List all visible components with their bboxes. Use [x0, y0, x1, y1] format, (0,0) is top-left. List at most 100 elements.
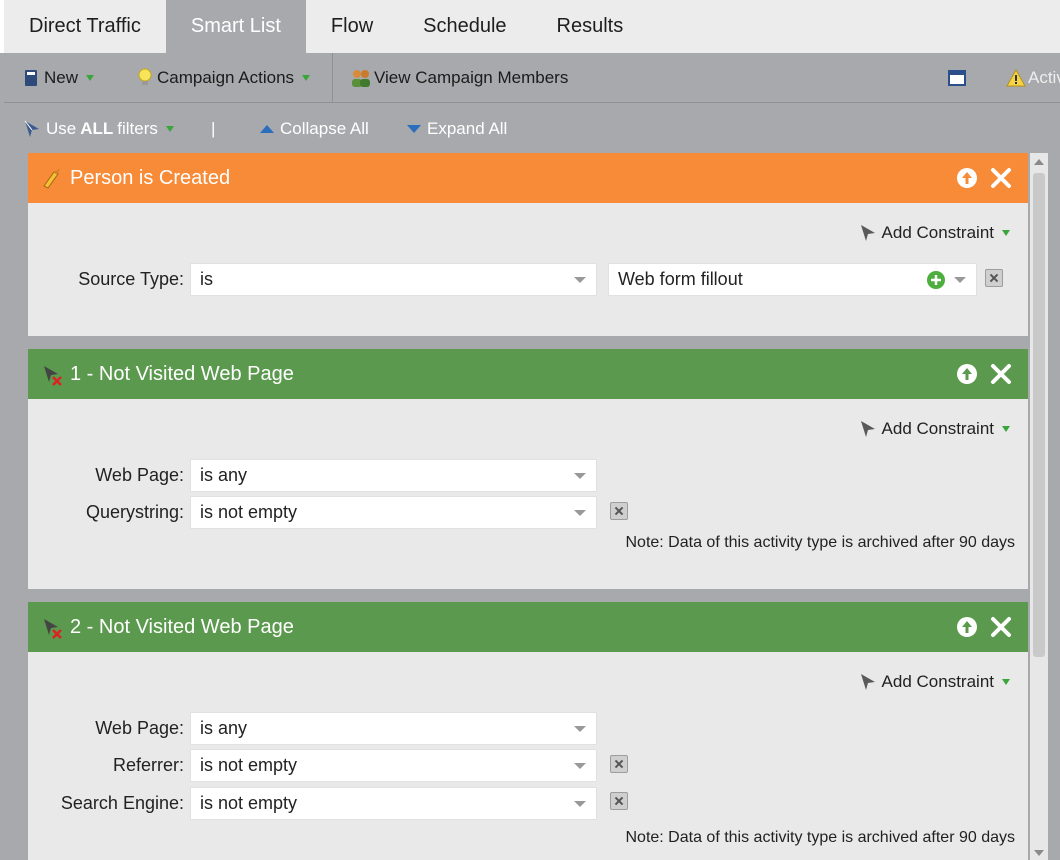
filter-title: 2 - Not Visited Web Page: [70, 615, 294, 638]
dropdown-arrow-icon: [574, 510, 586, 516]
tab-smart-list[interactable]: Smart List: [165, 0, 306, 53]
not-visited-icon: [44, 366, 62, 386]
constraint-label: Search Engine:: [60, 793, 184, 813]
collapse-icon: [260, 125, 274, 133]
use-all-filters-dropdown[interactable]: Use ALL filters: [22, 119, 174, 139]
people-icon: [352, 70, 370, 87]
operator-select[interactable]: is not empty: [190, 496, 597, 529]
dropdown-arrow-icon: [574, 801, 586, 807]
operator-select[interactable]: is not empty: [190, 749, 597, 782]
constraint-label: Web Page:: [95, 718, 184, 738]
dropdown-arrow-icon: [954, 277, 966, 283]
expand-all-label: Expand All: [427, 119, 508, 138]
filter-header[interactable]: 1 - Not Visited Web Page: [28, 349, 1028, 399]
filter-options-bar: Use ALL filters | Collapse All Expand Al…: [4, 103, 1060, 153]
remove-constraint-button[interactable]: [610, 502, 628, 520]
tab-bar-edge: [0, 0, 4, 53]
constraint-label: Referrer:: [112, 755, 184, 775]
filter-title: Person is Created: [70, 166, 231, 189]
operator-value: is: [200, 269, 213, 289]
move-up-icon[interactable]: [956, 167, 978, 189]
filter-icon: [860, 421, 875, 437]
scroll-up-icon[interactable]: [1034, 159, 1044, 165]
trigger-bolt-icon: [43, 168, 60, 189]
chevron-down-icon: [1002, 230, 1010, 236]
view-campaign-members-label: View Campaign Members: [374, 68, 569, 87]
add-constraint-label: Add Constraint: [881, 419, 994, 438]
operator-select[interactable]: is any: [190, 459, 597, 492]
scroll-thumb[interactable]: [1033, 173, 1045, 657]
filter-icon: [24, 120, 39, 137]
chevron-down-icon: [165, 126, 174, 132]
chevron-down-icon: [1002, 679, 1010, 685]
operator-value: is any: [200, 718, 248, 738]
filter-header[interactable]: Person is Created: [28, 153, 1028, 203]
add-value-icon[interactable]: [926, 270, 946, 290]
not-visited-icon: [44, 619, 62, 639]
filter-title: 1 - Not Visited Web Page: [70, 362, 294, 385]
chevron-down-icon: [86, 75, 95, 81]
add-constraint-button[interactable]: Add Constraint: [858, 672, 1010, 692]
dropdown-arrow-icon: [574, 726, 586, 732]
expand-all-button[interactable]: Expand All: [407, 119, 507, 139]
warning-icon: [1006, 69, 1026, 87]
constraint-label: Web Page:: [95, 465, 184, 485]
move-up-icon[interactable]: [956, 616, 978, 638]
remove-constraint-button[interactable]: [985, 269, 1003, 287]
filter-card: 2 - Not Visited Web Page Add Constraint …: [28, 602, 1028, 860]
tab-schedule[interactable]: Schedule: [398, 0, 531, 53]
vertical-scrollbar[interactable]: [1030, 153, 1048, 860]
tab-bar: Direct Traffic Smart List Flow Schedule …: [0, 0, 1060, 53]
constraint-label: Querystring:: [85, 502, 184, 522]
close-icon[interactable]: [990, 363, 1012, 385]
campaign-actions-button[interactable]: Campaign Actions: [137, 67, 311, 89]
move-up-icon[interactable]: [956, 363, 978, 385]
filter-icon: [860, 225, 875, 241]
smart-list-canvas: Person is Created Add Constraint Source …: [28, 153, 1028, 860]
view-campaign-members-button[interactable]: View Campaign Members: [350, 67, 568, 89]
filter-icon: [860, 674, 875, 690]
value-text: Web form fillout: [618, 269, 743, 289]
remove-constraint-button[interactable]: [610, 755, 628, 773]
add-constraint-button[interactable]: Add Constraint: [858, 419, 1010, 439]
collapse-all-label: Collapse All: [280, 119, 369, 138]
close-icon[interactable]: [990, 167, 1012, 189]
filter-card: Person is Created Add Constraint Source …: [28, 153, 1028, 336]
tab-flow[interactable]: Flow: [306, 0, 398, 53]
operator-select[interactable]: is any: [190, 712, 597, 745]
window-button[interactable]: [948, 67, 966, 89]
tab-direct-traffic[interactable]: Direct Traffic: [4, 0, 166, 53]
remove-constraint-button[interactable]: [610, 792, 628, 810]
constraint-label: Source Type:: [78, 269, 184, 289]
operator-select[interactable]: is: [190, 263, 597, 296]
window-icon: [948, 70, 966, 86]
operator-value: is any: [200, 465, 248, 485]
filter-card: 1 - Not Visited Web Page Add Constraint …: [28, 349, 1028, 589]
add-constraint-label: Add Constraint: [881, 672, 994, 691]
activate-button[interactable]: Activ: [1006, 67, 1060, 89]
dropdown-arrow-icon: [574, 277, 586, 283]
expand-icon: [407, 125, 421, 133]
filter-header[interactable]: 2 - Not Visited Web Page: [28, 602, 1028, 652]
add-constraint-label: Add Constraint: [881, 223, 994, 242]
tab-results[interactable]: Results: [532, 0, 649, 53]
use-label: Use: [46, 119, 77, 138]
separator: |: [211, 119, 216, 138]
lightbulb-icon: [138, 68, 152, 85]
value-select[interactable]: Web form fillout: [608, 263, 977, 296]
operator-value: is not empty: [200, 502, 298, 522]
filters-label: filters: [117, 119, 158, 138]
scroll-down-icon[interactable]: [1034, 850, 1044, 856]
operator-value: is not empty: [200, 755, 298, 775]
new-label: New: [44, 68, 79, 87]
new-button[interactable]: New: [24, 67, 95, 89]
collapse-all-button[interactable]: Collapse All: [260, 119, 369, 139]
new-icon: [25, 70, 37, 86]
close-icon[interactable]: [990, 616, 1012, 638]
all-label: ALL: [80, 119, 114, 138]
activate-label: Activ: [1028, 68, 1060, 87]
toolbar: New Campaign Actions View Campaign Membe…: [4, 53, 1060, 103]
operator-select[interactable]: is not empty: [190, 787, 597, 820]
dropdown-arrow-icon: [574, 473, 586, 479]
add-constraint-button[interactable]: Add Constraint: [858, 223, 1010, 243]
